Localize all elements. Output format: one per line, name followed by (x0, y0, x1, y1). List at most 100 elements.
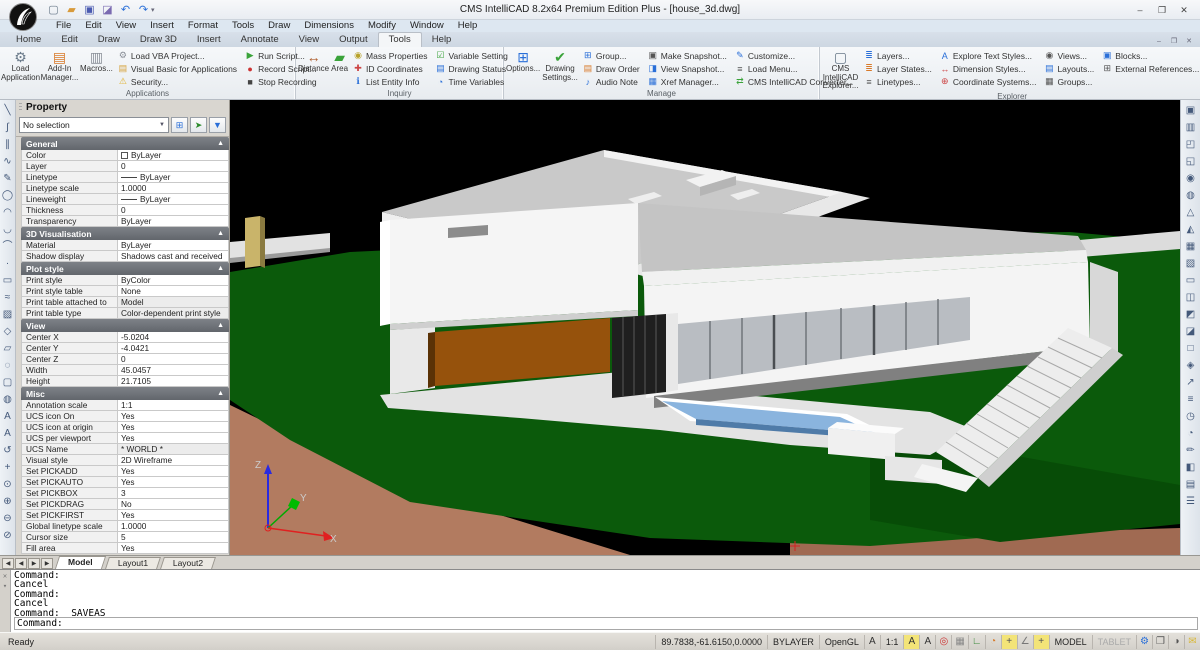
tool-icon[interactable]: □ (1187, 340, 1193, 357)
ribbon-tab-insert[interactable]: Insert (187, 33, 231, 47)
annotation-scale-value[interactable]: 1:1 (880, 635, 904, 649)
section-header-misc[interactable]: Misc▲ (21, 387, 229, 400)
tool-icon[interactable]: ◭ (1187, 221, 1195, 238)
property-value[interactable]: ByColor (118, 275, 228, 285)
tool-icon[interactable]: ◔ (1187, 425, 1193, 442)
mail-icon[interactable]: ✉ (1184, 635, 1200, 649)
tool-icon[interactable]: ▭ (3, 272, 12, 289)
tool-icon[interactable]: ◇ (4, 323, 12, 340)
list-entity-info-item[interactable]: ℹList Entity Info (350, 75, 430, 88)
ribbon-tab-draw[interactable]: Draw (88, 33, 130, 47)
property-value[interactable]: ByLayer (118, 216, 228, 226)
tool-icon[interactable]: ≈ (5, 289, 11, 306)
open-file-icon[interactable]: ▰ (64, 3, 79, 17)
tool-icon[interactable]: ◱ (1186, 153, 1195, 170)
model-viewport[interactable]: Z Y X (230, 100, 1180, 555)
save-as-icon[interactable]: ◪ (100, 3, 115, 17)
property-value[interactable]: 0 (118, 354, 228, 364)
menu-item-window[interactable]: Window (404, 20, 450, 32)
collapse-arrow-icon[interactable]: ▲ (217, 390, 224, 397)
options-button[interactable]: ⊞Options... (506, 48, 540, 88)
tool-icon[interactable]: ↺ (3, 442, 11, 459)
menu-item-format[interactable]: Format (182, 20, 224, 32)
property-value[interactable]: 2D Wireframe (118, 455, 228, 465)
collapse-arrow-icon[interactable]: ▲ (217, 140, 224, 147)
ribbon-tab-annotate[interactable]: Annotate (231, 33, 289, 47)
property-value[interactable]: Yes (118, 543, 228, 553)
menu-item-insert[interactable]: Insert (144, 20, 180, 32)
tool-icon[interactable]: ◯ (2, 187, 13, 204)
tool-icon[interactable]: ◍ (1186, 187, 1195, 204)
lineweight-icon[interactable]: + (1033, 635, 1049, 649)
tool-icon[interactable]: ∥ (5, 136, 10, 153)
property-value[interactable]: 21.7105 (118, 376, 228, 386)
tool-icon[interactable]: ⌒ (3, 238, 13, 255)
entity-track-icon[interactable]: ∠ (1017, 635, 1033, 649)
ribbon-tab-draw-3d[interactable]: Draw 3D (130, 33, 187, 47)
property-value[interactable]: Yes (118, 466, 228, 476)
quick-access-menu-arrow[interactable]: ▾ (151, 6, 155, 14)
ribbon-tab-output[interactable]: Output (329, 33, 378, 47)
layout-tab-layout1[interactable]: Layout1 (105, 557, 161, 569)
menu-item-dimensions[interactable]: Dimensions (298, 20, 360, 32)
tool-icon[interactable]: ✎ (3, 170, 11, 187)
layout-tab-model[interactable]: Model (55, 556, 106, 569)
close-button[interactable]: ✕ (1174, 3, 1194, 17)
tool-icon[interactable]: ▱ (4, 340, 12, 357)
redo-icon[interactable]: ↷ (136, 3, 151, 17)
tab-nav-button[interactable]: ◀ (15, 558, 27, 569)
section-header-general[interactable]: General▲ (21, 137, 229, 150)
ribbon-tab-edit[interactable]: Edit (51, 33, 87, 47)
layers-item[interactable]: ≣Layers... (861, 49, 935, 62)
tool-icon[interactable]: ▦ (1186, 238, 1195, 255)
coordinate-systems-item[interactable]: ⊕Coordinate Systems... (937, 75, 1040, 88)
audio-note-item[interactable]: ♪Audio Note (580, 75, 643, 88)
property-value[interactable]: Color-dependent print style (118, 308, 228, 318)
property-value[interactable]: 0 (118, 161, 228, 171)
tab-nav-button[interactable]: ▶ (28, 558, 40, 569)
property-value[interactable]: Yes (118, 411, 228, 421)
tool-icon[interactable]: ▥ (1186, 119, 1195, 136)
security-item[interactable]: ⚠Security... (115, 75, 240, 88)
menu-item-file[interactable]: File (50, 20, 77, 32)
tool-icon[interactable]: ◍ (3, 391, 12, 408)
tool-icon[interactable]: ↗ (1186, 374, 1194, 391)
grid-icon[interactable]: ▦ (951, 635, 967, 649)
tool-icon[interactable]: A (4, 425, 11, 442)
tool-icon[interactable]: ☰ (1186, 493, 1195, 510)
property-value[interactable]: 5 (118, 532, 228, 542)
tool-icon[interactable]: ◩ (1186, 306, 1195, 323)
tool-icon[interactable]: ✏ (1186, 442, 1194, 459)
tool-icon[interactable]: △ (1187, 204, 1195, 221)
tool-icon[interactable]: A (4, 408, 11, 425)
property-value[interactable]: Yes (118, 510, 228, 520)
tab-nav-button[interactable]: ◀ (2, 558, 14, 569)
tool-icon[interactable]: ▨ (3, 306, 12, 323)
property-value[interactable]: 0 (118, 205, 228, 215)
tab-nav-button[interactable]: ▶ (41, 558, 53, 569)
mass-properties-item[interactable]: ◉Mass Properties (350, 49, 430, 62)
bylayer-indicator[interactable]: BYLAYER (767, 635, 819, 649)
tool-icon[interactable]: ◡ (3, 221, 12, 238)
tool-icon[interactable]: ◠ (3, 204, 12, 221)
property-value[interactable]: Yes (118, 422, 228, 432)
menu-item-view[interactable]: View (110, 20, 142, 32)
property-value[interactable]: Yes (118, 477, 228, 487)
tablet-toggle[interactable]: TABLET (1092, 635, 1136, 649)
tool-icon[interactable]: ◫ (1186, 289, 1195, 306)
minimize-button[interactable]: – (1130, 3, 1150, 17)
opengl-indicator[interactable]: OpenGL (819, 635, 864, 649)
property-value[interactable]: ByLayer (118, 172, 228, 182)
settings-gear-icon[interactable]: ⚙ (1136, 635, 1152, 649)
load-application-button[interactable]: ⚙Load Application (2, 48, 39, 88)
property-value[interactable]: None (118, 286, 228, 296)
tool-icon[interactable]: ⊕ (3, 493, 11, 510)
menu-item-draw[interactable]: Draw (262, 20, 296, 32)
drawing-settings-button[interactable]: ✔Drawing Settings... (542, 48, 578, 88)
property-value[interactable]: Shadows cast and received (118, 251, 228, 261)
mdi-minimize-button[interactable]: – (1152, 36, 1166, 47)
visual-basic-item[interactable]: ▤Visual Basic for Applications (115, 62, 240, 75)
ribbon-tab-tools[interactable]: Tools (378, 32, 422, 47)
tool-icon[interactable]: ▭ (1186, 272, 1195, 289)
window-cascade-icon[interactable]: ❐ (1152, 635, 1168, 649)
